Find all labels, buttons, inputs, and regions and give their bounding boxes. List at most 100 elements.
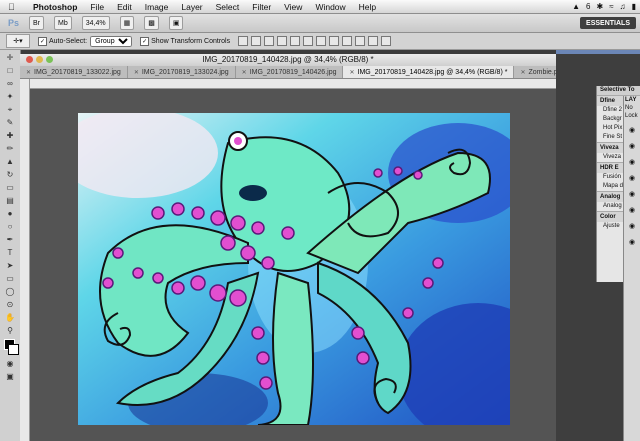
path-select-icon[interactable]: ➤ bbox=[3, 260, 17, 271]
align-top-icon[interactable] bbox=[238, 36, 249, 46]
distribute-left-icon[interactable] bbox=[355, 36, 366, 46]
distribute-top-icon[interactable] bbox=[316, 36, 327, 46]
minimize-window-icon[interactable] bbox=[36, 56, 43, 63]
move-tool-preset-icon[interactable]: ✛▾ bbox=[6, 34, 30, 48]
pen-tool-icon[interactable]: ✒ bbox=[3, 234, 17, 245]
visibility-eye-icon[interactable]: ◉ bbox=[626, 126, 638, 136]
align-right-icon[interactable] bbox=[303, 36, 314, 46]
distribute-vcenter-icon[interactable] bbox=[329, 36, 340, 46]
clone-stamp-icon[interactable]: ▲ bbox=[3, 156, 17, 167]
distribute-right-icon[interactable] bbox=[381, 36, 392, 46]
close-tab-icon[interactable]: ✕ bbox=[520, 69, 525, 76]
tab-img-133022[interactable]: ✕ IMG_20170819_133022.jpg bbox=[20, 66, 128, 78]
arrange-documents-button[interactable]: ▩ bbox=[144, 16, 159, 30]
menu-select[interactable]: Select bbox=[216, 2, 240, 12]
move-tool-icon[interactable]: ✛ bbox=[3, 52, 17, 63]
auto-select-label: Auto-Select: bbox=[49, 37, 88, 45]
quick-select-tool-icon[interactable]: ✦ bbox=[3, 91, 17, 102]
marquee-tool-icon[interactable]: □ bbox=[3, 65, 17, 76]
brush-tool-icon[interactable]: ✏ bbox=[3, 143, 17, 154]
auto-select-dropdown[interactable]: Group bbox=[90, 35, 133, 47]
close-tab-icon[interactable]: ✕ bbox=[242, 69, 247, 76]
quick-mask-icon[interactable]: ◉ bbox=[3, 358, 17, 369]
eyedropper-tool-icon[interactable]: ✎ bbox=[3, 117, 17, 128]
zoom-level-field[interactable]: 34,4% bbox=[81, 16, 110, 30]
battery-icon[interactable]: ▮ bbox=[632, 2, 636, 11]
visibility-eye-icon[interactable]: ◉ bbox=[626, 190, 638, 200]
app-menu[interactable]: Photoshop bbox=[33, 2, 77, 12]
dropbox-icon[interactable]: ▲ bbox=[572, 2, 580, 11]
visibility-eye-icon[interactable]: ◉ bbox=[626, 222, 638, 232]
menu-file[interactable]: File bbox=[90, 2, 104, 12]
tab-label: IMG_20170819_140426.jpg bbox=[249, 68, 337, 76]
crop-tool-icon[interactable]: ⌖ bbox=[3, 104, 17, 115]
blur-tool-icon[interactable]: ● bbox=[3, 208, 17, 219]
blend-mode[interactable]: No bbox=[624, 104, 640, 112]
menu-image[interactable]: Image bbox=[145, 2, 169, 12]
screen-mode-button[interactable]: ▣ bbox=[168, 16, 184, 30]
type-tool-icon[interactable]: T bbox=[3, 247, 17, 258]
distribute-bottom-icon[interactable] bbox=[342, 36, 353, 46]
apple-icon[interactable]:  bbox=[8, 2, 20, 12]
menu-help[interactable]: Help bbox=[359, 2, 376, 12]
align-left-icon[interactable] bbox=[277, 36, 288, 46]
photoshop-logo: Ps bbox=[8, 18, 20, 28]
healing-brush-icon[interactable]: ✚ bbox=[3, 130, 17, 141]
eraser-tool-icon[interactable]: ▭ bbox=[3, 182, 17, 193]
gradient-tool-icon[interactable]: ▤ bbox=[3, 195, 17, 206]
align-buttons-group bbox=[238, 36, 392, 46]
color-swatches-icon[interactable] bbox=[3, 338, 19, 356]
hand-tool-icon[interactable]: ✋ bbox=[3, 312, 17, 323]
lasso-tool-icon[interactable]: ∞ bbox=[3, 78, 17, 89]
menubar-status: ▲ 6 ✱ ≈ ♫ ▮ bbox=[572, 0, 636, 13]
visibility-eye-icon[interactable]: ◉ bbox=[626, 206, 638, 216]
volume-icon[interactable]: ♫ bbox=[620, 2, 626, 11]
bluetooth-icon[interactable]: ✱ bbox=[597, 2, 604, 11]
layers-panel: LAY No Lock ◉ ◉ ◉ ◉ ◉ ◉ ◉ ◉ bbox=[623, 96, 640, 441]
distribute-hcenter-icon[interactable] bbox=[368, 36, 379, 46]
tools-panel: ✛ □ ∞ ✦ ⌖ ✎ ✚ ✏ ▲ ↻ ▭ ▤ ● ○ ✒ T ➤ ▭ ◯ ⊙ … bbox=[0, 50, 21, 441]
close-tab-icon[interactable]: ✕ bbox=[349, 69, 354, 76]
zoom-window-icon[interactable] bbox=[46, 56, 53, 63]
screen-mode-icon[interactable]: ▣ bbox=[3, 371, 17, 382]
visibility-eye-icon[interactable]: ◉ bbox=[626, 142, 638, 152]
view-extras-button[interactable]: ▦ bbox=[119, 16, 135, 30]
dodge-tool-icon[interactable]: ○ bbox=[3, 221, 17, 232]
show-transform-checkbox[interactable]: ✓ bbox=[140, 36, 150, 46]
shape-tool-icon[interactable]: ▭ bbox=[3, 273, 17, 284]
tab-img-133024[interactable]: ✕ IMG_20170819_133024.jpg bbox=[128, 66, 236, 78]
menu-window[interactable]: Window bbox=[315, 2, 345, 12]
menu-filter[interactable]: Filter bbox=[252, 2, 271, 12]
close-tab-icon[interactable]: ✕ bbox=[134, 69, 139, 76]
notification-count[interactable]: 6 bbox=[586, 2, 590, 11]
options-bar: ✛▾ ✓ Auto-Select: Group ✓ Show Transform… bbox=[0, 33, 640, 50]
close-window-icon[interactable] bbox=[26, 56, 33, 63]
wifi-icon[interactable]: ≈ bbox=[609, 2, 613, 11]
3d-rotate-icon[interactable]: ◯ bbox=[3, 286, 17, 297]
align-vcenter-icon[interactable] bbox=[251, 36, 262, 46]
tab-img-140428[interactable]: ✕ IMG_20170819_140428.jpg @ 34,4% (RGB/8)… bbox=[343, 66, 515, 78]
menu-edit[interactable]: Edit bbox=[117, 2, 132, 12]
menu-view[interactable]: View bbox=[284, 2, 302, 12]
visibility-eye-icon[interactable]: ◉ bbox=[626, 158, 638, 168]
tab-label: IMG_20170819_133022.jpg bbox=[34, 68, 121, 76]
visibility-eye-icon[interactable]: ◉ bbox=[626, 174, 638, 184]
menu-layer[interactable]: Layer bbox=[181, 2, 202, 12]
zoom-tool-icon[interactable]: ⚲ bbox=[3, 325, 17, 336]
history-brush-icon[interactable]: ↻ bbox=[3, 169, 17, 180]
align-bottom-icon[interactable] bbox=[264, 36, 275, 46]
vertical-ruler[interactable] bbox=[20, 79, 30, 441]
octopus-artwork-image[interactable] bbox=[78, 113, 510, 425]
3d-orbit-icon[interactable]: ⊙ bbox=[3, 299, 17, 310]
workspace-switcher[interactable]: ESSENTIALS bbox=[580, 17, 636, 29]
menu-bar:  Photoshop File Edit Image Layer Select… bbox=[0, 0, 640, 14]
visibility-eye-icon[interactable]: ◉ bbox=[626, 238, 638, 248]
bridge-button[interactable]: Br bbox=[29, 16, 45, 30]
tab-img-140426[interactable]: ✕ IMG_20170819_140426.jpg bbox=[236, 66, 344, 78]
mini-bridge-button[interactable]: Mb bbox=[54, 16, 72, 30]
auto-select-checkbox[interactable]: ✓ bbox=[38, 36, 47, 46]
close-tab-icon[interactable]: ✕ bbox=[26, 69, 31, 76]
horizontal-ruler[interactable] bbox=[30, 79, 556, 89]
document-title: IMG_20170819_140428.jpg @ 34,4% (RGB/8) … bbox=[202, 55, 374, 64]
align-hcenter-icon[interactable] bbox=[290, 36, 301, 46]
